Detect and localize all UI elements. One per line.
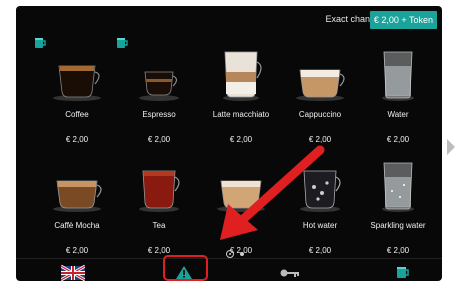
tea-glass-icon (129, 157, 189, 213)
next-page-arrow-icon[interactable] (446, 138, 456, 156)
product-tile-water[interactable]: Water € 2,00 (358, 42, 438, 157)
product-price: € 2,00 (229, 135, 253, 144)
product-name: Espresso (142, 110, 176, 119)
product-name: C (238, 221, 244, 230)
product-name: Water (387, 110, 409, 119)
product-name: Latte macchiato (212, 110, 270, 119)
product-tile-latte-macchiato[interactable]: Latte macchiato € 2,00 (201, 42, 281, 157)
product-price: € 2,00 (147, 135, 171, 144)
caffe-mocha-glass-icon (47, 157, 107, 213)
sparkling-water-glass-icon (368, 157, 428, 213)
header-bar: Exact change € 2,00 + Token (16, 6, 442, 34)
page-dot[interactable] (240, 252, 244, 256)
bottom-bar (16, 258, 442, 281)
espresso-glass-icon (129, 46, 189, 102)
water-glass-icon (368, 46, 428, 102)
product-name: Sparkling water (370, 221, 426, 230)
page-dot-active[interactable] (226, 250, 234, 258)
vending-screen: Exact change € 2,00 + Token Coffee € 2,0… (16, 6, 442, 281)
product-name: Cappuccino (298, 110, 342, 119)
product-name: Hot water (302, 221, 338, 230)
product-price: € 2,00 (65, 135, 89, 144)
uk-flag-icon[interactable] (61, 262, 85, 281)
product-name: Tea (152, 221, 166, 230)
product-tile-espresso[interactable]: Espresso € 2,00 (117, 38, 199, 157)
latte-macchiato-glass-icon (211, 46, 271, 102)
product-tile-coffee[interactable]: Coffee € 2,00 (35, 38, 117, 157)
coffee-glass-icon (47, 46, 107, 102)
cappuccino-glass-icon (290, 46, 350, 102)
mug-icon (35, 38, 46, 48)
warning-triangle-icon[interactable] (175, 262, 193, 281)
product-price: € 2,00 (386, 135, 410, 144)
product-price: € 2,00 (308, 135, 332, 144)
key-icon[interactable] (279, 262, 301, 281)
hot-water-glass-icon (290, 157, 350, 213)
price-badge: € 2,00 + Token (369, 11, 437, 29)
mug-icon (117, 38, 128, 48)
product-tile-cappuccino[interactable]: Cappuccino € 2,00 (280, 42, 360, 157)
mug-icon[interactable] (395, 262, 411, 281)
latte-cup-icon (211, 157, 271, 213)
product-name: Caffè Mocha (54, 221, 100, 230)
product-name: Coffee (65, 110, 89, 119)
